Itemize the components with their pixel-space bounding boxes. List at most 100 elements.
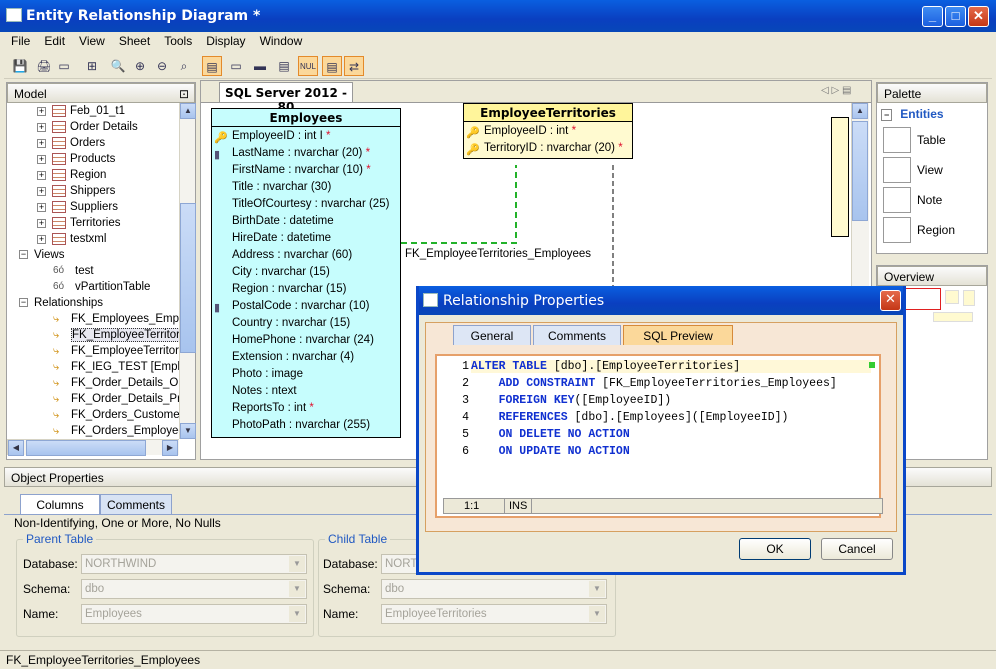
show-types-icon[interactable]: ▤ [274, 56, 294, 76]
tree-item-relationship[interactable]: ⤷ FK_Orders_Employee [53, 425, 179, 439]
parent-name-select[interactable]: Employees ▼ [81, 604, 307, 624]
zoom-out-icon[interactable]: ⊖ [152, 56, 172, 76]
tree-item-relationship[interactable]: ⤷ FK_IEG_TEST [Emplo [53, 361, 179, 377]
parent-schema-select[interactable]: dbo ▼ [81, 579, 307, 599]
parent-database-select[interactable]: NORTHWIND ▼ [81, 554, 307, 574]
expand-icon[interactable]: + [37, 154, 46, 164]
menu-view[interactable]: View [72, 32, 112, 50]
tab-nav-icon[interactable]: ◁ ▷ ▤ [821, 85, 851, 96]
maximize-button[interactable]: □ [945, 6, 966, 27]
entity-column[interactable]: Photo : image [212, 368, 303, 385]
tree-folder[interactable]: − Relationships [19, 297, 103, 313]
tree-item-relationship[interactable]: ⤷ FK_Orders_Customer [53, 409, 179, 425]
zoom-in-icon[interactable]: ⊕ [130, 56, 150, 76]
entity-column[interactable]: ReportsTo : int * [212, 402, 314, 419]
entity-column[interactable]: BirthDate : datetime [212, 215, 334, 232]
tree-folder[interactable]: − Views [19, 249, 64, 265]
tree-item-relationship[interactable]: ⤷ FK_Employees_Emplo [53, 313, 179, 329]
tree-item-table[interactable]: + Suppliers [37, 201, 118, 217]
entity-column[interactable]: Country : nvarchar (15) [212, 317, 350, 334]
tree-item-table[interactable]: + Region [37, 169, 106, 185]
tree-item-table[interactable]: + Products [37, 153, 115, 169]
entity-employee-territories[interactable]: EmployeeTerritories 🔑 EmployeeID : int * 🔑… [463, 103, 633, 159]
entity-column[interactable]: Address : nvarchar (60) [212, 249, 352, 266]
entity-column[interactable]: 🔑 EmployeeID : int * [464, 125, 576, 142]
expand-icon[interactable]: + [37, 106, 46, 116]
layout-icon[interactable]: ▤ [322, 56, 342, 76]
entity-column[interactable]: Region : nvarchar (15) [212, 283, 346, 300]
entity-column[interactable]: Title : nvarchar (30) [212, 181, 331, 198]
expand-icon[interactable]: + [37, 186, 46, 196]
menu-edit[interactable]: Edit [37, 32, 72, 50]
tree-item-relationship[interactable]: ⤷ FK_Order_Details_Or [53, 377, 179, 393]
tree-item-table[interactable]: + Territories [37, 217, 120, 233]
close-button[interactable]: ✕ [968, 6, 989, 27]
tree-item-relationship[interactable]: ⤷ FK_EmployeeTerritori [53, 328, 179, 345]
entity-column[interactable]: City : nvarchar (15) [212, 266, 330, 283]
scroll-down-icon[interactable]: ▼ [180, 423, 196, 439]
tab-columns[interactable]: Columns [20, 494, 100, 514]
palette-note[interactable]: Note [883, 187, 973, 215]
show-keys-icon[interactable]: ▬ [250, 56, 270, 76]
entity-column[interactable]: TitleOfCourtesy : nvarchar (25) [212, 198, 389, 215]
menu-window[interactable]: Window [253, 32, 310, 50]
scroll-right-icon[interactable]: ▶ [162, 440, 178, 456]
expand-icon[interactable]: + [37, 218, 46, 228]
zoom-fit-icon[interactable]: ⌕ [174, 56, 194, 76]
tab-sql-preview[interactable]: SQL Preview [623, 325, 733, 345]
tab-general[interactable]: General [453, 325, 531, 345]
entity-column[interactable]: PhotoPath : nvarchar (255) [212, 419, 370, 436]
show-table-icon[interactable]: ▤ [202, 56, 222, 76]
tree-item-table[interactable]: + Feb_01_t1 [37, 105, 125, 121]
hscroll-thumb[interactable] [26, 440, 146, 456]
ok-button[interactable]: OK [739, 538, 811, 560]
collapse-icon[interactable]: − [19, 250, 28, 260]
minimize-button[interactable]: _ [922, 6, 943, 27]
entity-column[interactable]: 🔑 EmployeeID : int I * [212, 130, 330, 147]
sql-preview-editor[interactable]: 1 ALTER TABLE [dbo].[EmployeeTerritories]… [435, 354, 881, 518]
collapse-icon[interactable]: − [19, 298, 28, 308]
tree-item-table[interactable]: + Shippers [37, 185, 115, 201]
entity-column[interactable]: FirstName : nvarchar (10) * [212, 164, 371, 181]
format-icon[interactable]: ⊞ [82, 56, 102, 76]
entity-employees[interactable]: Employees 🔑 EmployeeID : int I * ▮ LastName… [211, 108, 401, 438]
tree-item-table[interactable]: + testxml [37, 233, 106, 249]
tree-item-view[interactable]: 6ó test [53, 265, 94, 281]
menu-display[interactable]: Display [199, 32, 252, 50]
dialog-close-icon[interactable]: ✕ [880, 290, 901, 311]
palette-section[interactable]: − Entities [881, 107, 944, 121]
tree-item-relationship[interactable]: ⤷ FK_Order_Details_Pr [53, 393, 179, 409]
relation-icon[interactable]: ⇄ [344, 56, 364, 76]
show-columns-icon[interactable]: ▭ [226, 56, 246, 76]
entity-column[interactable]: ▮ LastName : nvarchar (20) * [212, 147, 370, 164]
entity-column[interactable]: 🔑 TerritoryID : nvarchar (20) * [464, 142, 623, 159]
fk-label[interactable]: FK_EmployeeTerritories_Employees [405, 248, 591, 260]
nullable-icon[interactable]: NUL [298, 56, 318, 76]
model-vscrollbar[interactable]: ▲ ▼ [179, 103, 196, 439]
child-name-select[interactable]: EmployeeTerritories ▼ [381, 604, 607, 624]
entity-column[interactable]: Notes : ntext [212, 385, 297, 402]
tree-item-table[interactable]: + Order Details [37, 121, 138, 137]
model-hscrollbar[interactable]: ◀ ▶ [7, 439, 179, 456]
tab-comments[interactable]: Comments [533, 325, 621, 345]
entity-column[interactable]: HireDate : datetime [212, 232, 331, 249]
entity-column[interactable]: Extension : nvarchar (4) [212, 351, 354, 368]
palette-view[interactable]: View [883, 157, 973, 185]
zoom-icon[interactable]: 🔍 [108, 56, 128, 76]
tree-item-table[interactable]: + Orders [37, 137, 105, 153]
entity-column[interactable]: HomePhone : nvarchar (24) [212, 334, 374, 351]
palette-table[interactable]: Table [883, 127, 973, 155]
save-icon[interactable]: 💾 [10, 56, 30, 76]
cancel-button[interactable]: Cancel [821, 538, 893, 560]
expand-icon[interactable]: + [37, 170, 46, 180]
tree-item-view[interactable]: 6ó vPartitionTable [53, 281, 150, 297]
tab-comments[interactable]: Comments [100, 494, 172, 514]
palette-region[interactable]: Region [883, 217, 973, 245]
scroll-up-icon[interactable]: ▲ [180, 103, 196, 119]
scroll-up-icon[interactable]: ▲ [852, 103, 868, 119]
tab-sql-server[interactable]: SQL Server 2012 - 80 [219, 82, 353, 114]
entity-column[interactable]: ▮ PostalCode : nvarchar (10) [212, 300, 369, 317]
tree-item-relationship[interactable]: ⤷ FK_EmployeeTerritori [53, 345, 179, 361]
pin-icon[interactable]: ⊡ [179, 87, 189, 101]
menu-sheet[interactable]: Sheet [112, 32, 157, 50]
